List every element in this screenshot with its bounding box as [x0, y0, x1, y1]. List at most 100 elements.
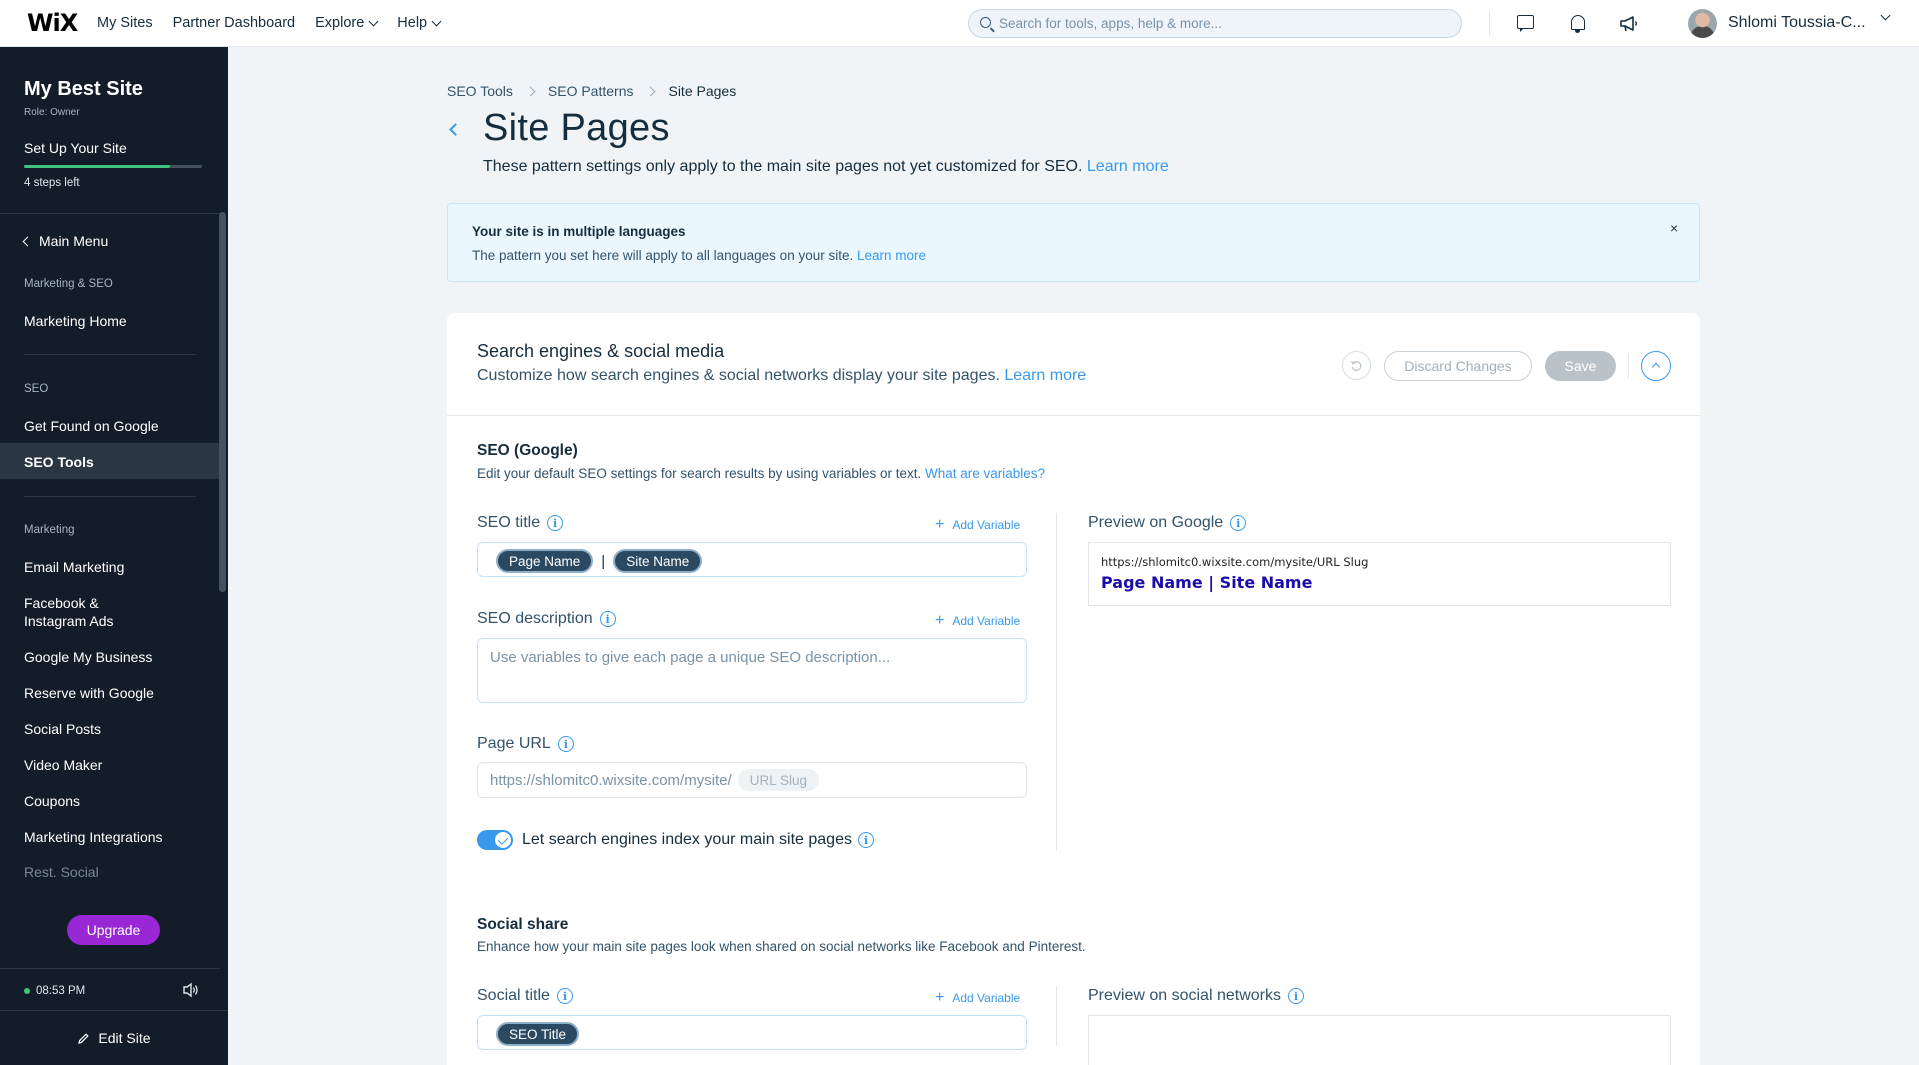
bell-icon[interactable] — [1567, 13, 1589, 35]
info-icon[interactable]: i — [1230, 515, 1247, 531]
variable-tag-page-name[interactable]: Page Name — [496, 549, 594, 573]
nav-my-sites[interactable]: My Sites — [97, 15, 153, 31]
languages-notice: Your site is in multiple languages The p… — [447, 203, 1700, 282]
sidebar-item-google-my-business[interactable]: Google My Business — [24, 648, 152, 666]
sidebar-item-seo-tools[interactable]: SEO Tools — [24, 453, 94, 471]
add-variable-button[interactable]: + Add Variable — [935, 989, 1020, 1007]
page-url-label: Page URL i — [477, 735, 574, 753]
breadcrumb-seo-patterns[interactable]: SEO Patterns — [548, 83, 634, 99]
chevron-right-icon — [525, 86, 536, 96]
sidebar-item-rest-social[interactable]: Rest. Social — [24, 863, 99, 881]
back-arrow-icon[interactable] — [449, 123, 462, 136]
sidebar-item-social-posts[interactable]: Social Posts — [24, 720, 101, 738]
sidebar-item-marketing-integrations[interactable]: Marketing Integrations — [24, 828, 163, 846]
info-icon[interactable]: i — [556, 988, 573, 1004]
index-toggle[interactable] — [477, 830, 513, 850]
avatar[interactable] — [1688, 9, 1717, 38]
chat-icon[interactable] — [1515, 13, 1537, 35]
sidebar-item-video-maker[interactable]: Video Maker — [24, 756, 102, 774]
setup-progress-bar — [24, 165, 202, 168]
url-slug-tag: URL Slug — [737, 769, 820, 791]
sidebar-item-marketing-home[interactable]: Marketing Home — [24, 312, 127, 330]
main-menu-label: Main Menu — [39, 233, 109, 249]
facebook-ads-line2: Instagram Ads — [24, 613, 114, 629]
setup-site-link[interactable]: Set Up Your Site — [24, 140, 127, 156]
add-variable-button[interactable]: + Add Variable — [935, 612, 1020, 630]
info-icon[interactable]: i — [557, 736, 574, 752]
clock: 08:53 PM — [24, 985, 85, 997]
seo-title-label-text: SEO title — [477, 514, 541, 531]
seo-section-title: SEO (Google) — [477, 442, 578, 459]
sidebar-scrollbar[interactable] — [219, 212, 226, 592]
nav-partner-dashboard[interactable]: Partner Dashboard — [173, 15, 296, 31]
site-name[interactable]: My Best Site — [24, 78, 143, 101]
card-learn-more-link[interactable]: Learn more — [1004, 367, 1086, 384]
wix-logo[interactable]: WiX — [27, 9, 79, 37]
role-label: Role: Owner — [24, 107, 80, 118]
card-title: Search engines & social media — [477, 341, 725, 361]
info-icon[interactable]: i — [599, 611, 616, 627]
top-bar: WiX My Sites Partner Dashboard Explore H… — [0, 0, 1919, 47]
social-section-title: Social share — [477, 916, 569, 933]
preview-google-label: Preview on Google i — [1088, 514, 1247, 532]
breadcrumb-site-pages: Site Pages — [668, 83, 737, 99]
variable-tag-site-name[interactable]: Site Name — [613, 549, 703, 573]
breadcrumb: SEO Tools SEO Patterns Site Pages — [447, 83, 736, 99]
reset-button[interactable] — [1342, 351, 1371, 380]
learn-more-link[interactable]: Learn more — [1087, 158, 1169, 175]
info-icon[interactable]: i — [1287, 988, 1304, 1004]
variable-tag-seo-title[interactable]: SEO Title — [496, 1022, 580, 1046]
close-icon[interactable]: × — [1670, 220, 1678, 236]
sidebar-item-reserve-with-google[interactable]: Reserve with Google — [24, 684, 154, 702]
preview-social-label-text: Preview on social networks — [1088, 987, 1281, 1004]
social-title-label: Social title i — [477, 987, 573, 1005]
page-subtitle: These pattern settings only apply to the… — [483, 158, 1169, 176]
info-icon[interactable]: i — [547, 515, 564, 531]
notice-learn-more-link[interactable]: Learn more — [857, 248, 926, 263]
megaphone-icon[interactable] — [1618, 13, 1640, 35]
social-title-input[interactable]: SEO Title — [477, 1015, 1027, 1050]
pencil-icon — [78, 1032, 90, 1044]
sidebar-item-get-found-on-google[interactable]: Get Found on Google — [24, 417, 159, 435]
online-status-dot — [24, 988, 30, 994]
search-input[interactable]: Search for tools, apps, help & more... — [968, 9, 1462, 38]
seo-title-input[interactable]: Page Name | Site Name — [477, 542, 1027, 577]
add-variable-label: Add Variable — [952, 518, 1021, 532]
google-preview-url: https://shlomitc0.wixsite.com/mysite/URL… — [1101, 555, 1369, 569]
preview-social-label: Preview on social networks i — [1088, 987, 1304, 1005]
plus-icon: + — [935, 989, 945, 1006]
user-name[interactable]: Shlomi Toussia-C... — [1728, 14, 1866, 32]
social-title-label-text: Social title — [477, 987, 550, 1004]
speaker-icon[interactable] — [182, 982, 200, 1001]
seo-section-subtitle: Edit your default SEO settings for searc… — [477, 466, 1045, 481]
top-nav: My Sites Partner Dashboard Explore Help — [97, 15, 442, 31]
preview-google-label-text: Preview on Google — [1088, 514, 1224, 531]
divider — [447, 415, 1700, 416]
chevron-down-icon — [368, 16, 379, 26]
info-icon[interactable]: i — [857, 832, 874, 848]
breadcrumb-seo-tools[interactable]: SEO Tools — [447, 83, 513, 99]
sidebar-item-facebook-instagram-ads[interactable]: Facebook & Instagram Ads — [24, 594, 114, 630]
sidebar-item-email-marketing[interactable]: Email Marketing — [24, 558, 124, 576]
nav-help[interactable]: Help — [397, 15, 442, 31]
social-preview — [1088, 1015, 1671, 1065]
undo-icon — [1350, 360, 1362, 371]
chevron-left-icon — [22, 236, 33, 246]
what-are-variables-link[interactable]: What are variables? — [925, 466, 1045, 481]
edit-site-button[interactable]: Edit Site — [0, 1010, 228, 1065]
chevron-down-icon[interactable] — [1880, 10, 1891, 21]
add-variable-button[interactable]: + Add Variable — [935, 516, 1020, 534]
main-menu-link[interactable]: Main Menu — [22, 233, 109, 249]
notice-text-body: The pattern you set here will apply to a… — [472, 248, 854, 263]
seo-description-textarea[interactable]: Use variables to give each page a unique… — [477, 638, 1027, 703]
sidebar-item-coupons[interactable]: Coupons — [24, 792, 80, 810]
save-button[interactable]: Save — [1545, 351, 1616, 381]
divider — [0, 968, 220, 969]
discard-changes-button[interactable]: Discard Changes — [1384, 351, 1532, 381]
section-label-seo: SEO — [24, 383, 49, 395]
upgrade-button[interactable]: Upgrade — [67, 915, 160, 945]
nav-explore[interactable]: Explore — [315, 15, 379, 31]
index-toggle-label: Let search engines index your main site … — [522, 831, 874, 849]
index-toggle-label-text: Let search engines index your main site … — [522, 831, 852, 848]
collapse-chevron-up-icon[interactable] — [1641, 351, 1671, 381]
